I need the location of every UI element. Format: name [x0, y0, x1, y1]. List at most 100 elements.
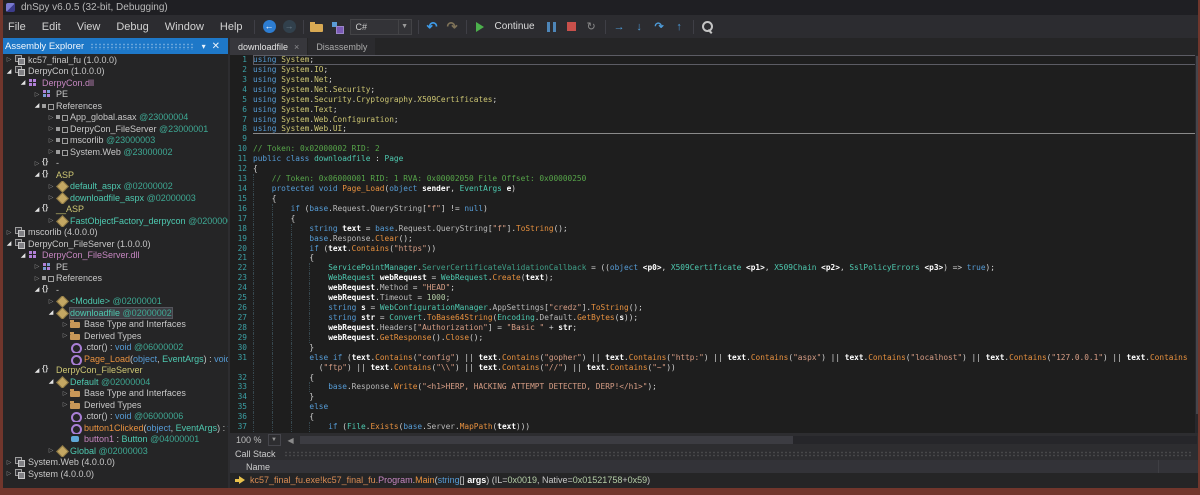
tree-row[interactable]: ▷FastObjectFactory_derpycon @02000004 [0, 215, 228, 227]
expander-icon[interactable]: ▷ [46, 217, 56, 224]
scroll-left-arrow-icon[interactable]: ◀ [285, 436, 297, 445]
menu-help[interactable]: Help [212, 15, 251, 38]
tree-row[interactable]: ▷DerpyCon_FileServer @23000001 [0, 123, 228, 135]
tree-row[interactable]: ▷mscorlib (4.0.0.0) [0, 227, 228, 239]
show-next-statement-button[interactable]: → [610, 17, 629, 36]
expander-icon[interactable]: ▷ [46, 125, 56, 132]
tree-row[interactable]: ◢Default @02000004 [0, 376, 228, 388]
code-editor[interactable]: 1using System;2using System.IO;3using Sy… [230, 55, 1200, 433]
tree-row[interactable]: ◢DerpyCon.dll [0, 77, 228, 89]
tree-row[interactable]: ▷PE [0, 261, 228, 273]
expander-icon[interactable]: ◢ [18, 252, 28, 259]
expander-icon[interactable]: ▷ [60, 390, 70, 397]
tree-row[interactable]: ▷Base Type and Interfaces [0, 319, 228, 331]
call-stack-header[interactable]: Call Stack [230, 447, 1200, 460]
expander-icon[interactable]: ▷ [46, 447, 56, 454]
stop-button[interactable] [562, 17, 581, 36]
menu-file[interactable]: File [0, 15, 34, 38]
zoom-dropdown-button[interactable]: ▼ [268, 434, 281, 446]
expander-icon[interactable]: ◢ [32, 367, 42, 374]
expander-icon[interactable]: ▷ [46, 114, 56, 121]
search-button[interactable] [698, 17, 717, 36]
tree-row[interactable]: ▷Derived Types [0, 399, 228, 411]
tree-row[interactable]: ◢- [0, 284, 228, 296]
menu-view[interactable]: View [69, 15, 109, 38]
tree-row[interactable]: ▷Base Type and Interfaces [0, 388, 228, 400]
step-over-button[interactable]: ↷ [650, 17, 669, 36]
expander-icon[interactable]: ▷ [60, 332, 70, 339]
tree-row[interactable]: .ctor() : void @06000002 [0, 342, 228, 354]
step-out-button[interactable]: ↑ [670, 17, 689, 36]
tree-row[interactable]: ▷References [0, 273, 228, 285]
column-divider[interactable] [1158, 460, 1159, 473]
pause-button[interactable] [542, 17, 561, 36]
step-into-button[interactable]: ↓ [630, 17, 649, 36]
tree-row[interactable]: ▷downloadfile_aspx @02000003 [0, 192, 228, 204]
assembly-explorer-tree[interactable]: ▷kc57_final_fu (1.0.0.0)◢DerpyCon (1.0.0… [0, 54, 228, 488]
menu-debug[interactable]: Debug [108, 15, 156, 38]
redo-button[interactable]: ↷ [443, 17, 462, 36]
expander-icon[interactable]: ◢ [46, 309, 56, 316]
menu-edit[interactable]: Edit [34, 15, 69, 38]
expander-icon[interactable]: ▷ [32, 263, 42, 270]
tree-row[interactable]: ◢DerpyCon (1.0.0.0) [0, 66, 228, 78]
scrollbar-thumb[interactable] [300, 436, 794, 444]
undo-button[interactable]: ↶ [423, 17, 442, 36]
expander-icon[interactable]: ◢ [4, 68, 14, 75]
call-stack-frame-row[interactable]: kc57_final_fu.exe!kc57_final_fu.Program.… [230, 473, 1200, 487]
tree-row[interactable]: ◢References [0, 100, 228, 112]
expander-icon[interactable]: ▷ [4, 470, 14, 477]
navigate-back-button[interactable]: ← [260, 17, 279, 36]
tab-downloadfile[interactable]: downloadfile× [230, 38, 307, 55]
tree-row[interactable]: .ctor() : void @06000006 [0, 411, 228, 423]
tree-row[interactable]: ▷<Module> @02000001 [0, 296, 228, 308]
expander-icon[interactable]: ▷ [4, 459, 14, 466]
expander-icon[interactable]: ▷ [4, 229, 14, 236]
tree-row[interactable]: button1Clicked(object, EventArgs) : void… [0, 422, 228, 434]
expander-icon[interactable]: ◢ [18, 79, 28, 86]
tree-row[interactable]: button1 : Button @04000001 [0, 434, 228, 446]
editor-horizontal-scrollbar[interactable] [300, 436, 1197, 444]
expander-icon[interactable]: ▷ [4, 56, 14, 63]
tab-disassembly[interactable]: Disassembly [308, 38, 375, 55]
tree-row[interactable]: ▷- [0, 158, 228, 170]
tree-row[interactable]: ▷mscorlib @23000003 [0, 135, 228, 147]
tree-row[interactable]: ◢DerpyCon_FileServer [0, 365, 228, 377]
chevron-down-icon[interactable]: ▼ [398, 20, 411, 34]
tree-row[interactable]: ▷Global @02000003 [0, 445, 228, 457]
menu-window[interactable]: Window [157, 15, 212, 38]
tree-row[interactable]: ▷PE [0, 89, 228, 101]
expander-icon[interactable]: ◢ [32, 286, 42, 293]
tree-row[interactable]: ◢downloadfile @02000002 [0, 307, 228, 319]
expander-icon[interactable]: ▷ [46, 137, 56, 144]
expander-icon[interactable]: ◢ [32, 206, 42, 213]
expander-icon[interactable]: ▷ [46, 194, 56, 201]
tree-row[interactable]: ▷Derived Types [0, 330, 228, 342]
tree-row[interactable]: ▷System.Web @23000002 [0, 146, 228, 158]
expander-icon[interactable]: ◢ [46, 378, 56, 385]
tree-row[interactable]: ▷App_global.asax @23000004 [0, 112, 228, 124]
expander-icon[interactable]: ▷ [46, 148, 56, 155]
expander-icon[interactable]: ▷ [46, 298, 56, 305]
tree-row[interactable]: ▷System (4.0.0.0) [0, 468, 228, 480]
tree-row[interactable]: Page_Load(object, EventArgs) : void @060… [0, 353, 228, 365]
panel-close-button[interactable]: ✕ [209, 41, 223, 52]
continue-button[interactable] [471, 17, 490, 36]
tab-close-icon[interactable]: × [294, 42, 299, 52]
tree-row[interactable]: ◢ASP [0, 169, 228, 181]
expander-icon[interactable]: ▷ [32, 160, 42, 167]
expander-icon[interactable]: ▷ [60, 401, 70, 408]
tree-row[interactable]: ◢DerpyCon_FileServer (1.0.0.0) [0, 238, 228, 250]
navigate-forward-button[interactable]: → [280, 17, 299, 36]
language-combobox[interactable]: C# ▼ [350, 19, 412, 35]
expander-icon[interactable]: ▷ [32, 91, 42, 98]
expander-icon[interactable]: ◢ [32, 102, 42, 109]
continue-label[interactable]: Continue [495, 21, 535, 32]
expander-icon[interactable]: ▷ [32, 275, 42, 282]
tree-row[interactable]: ▷kc57_final_fu (1.0.0.0) [0, 54, 228, 66]
tree-row[interactable]: ◢DerpyCon_FileServer.dll [0, 250, 228, 262]
panel-menu-button[interactable]: ▾ [199, 42, 209, 51]
tree-row[interactable]: ▷default_aspx @02000002 [0, 181, 228, 193]
tree-row[interactable]: ◢__ASP [0, 204, 228, 216]
open-file-button[interactable] [308, 17, 327, 36]
